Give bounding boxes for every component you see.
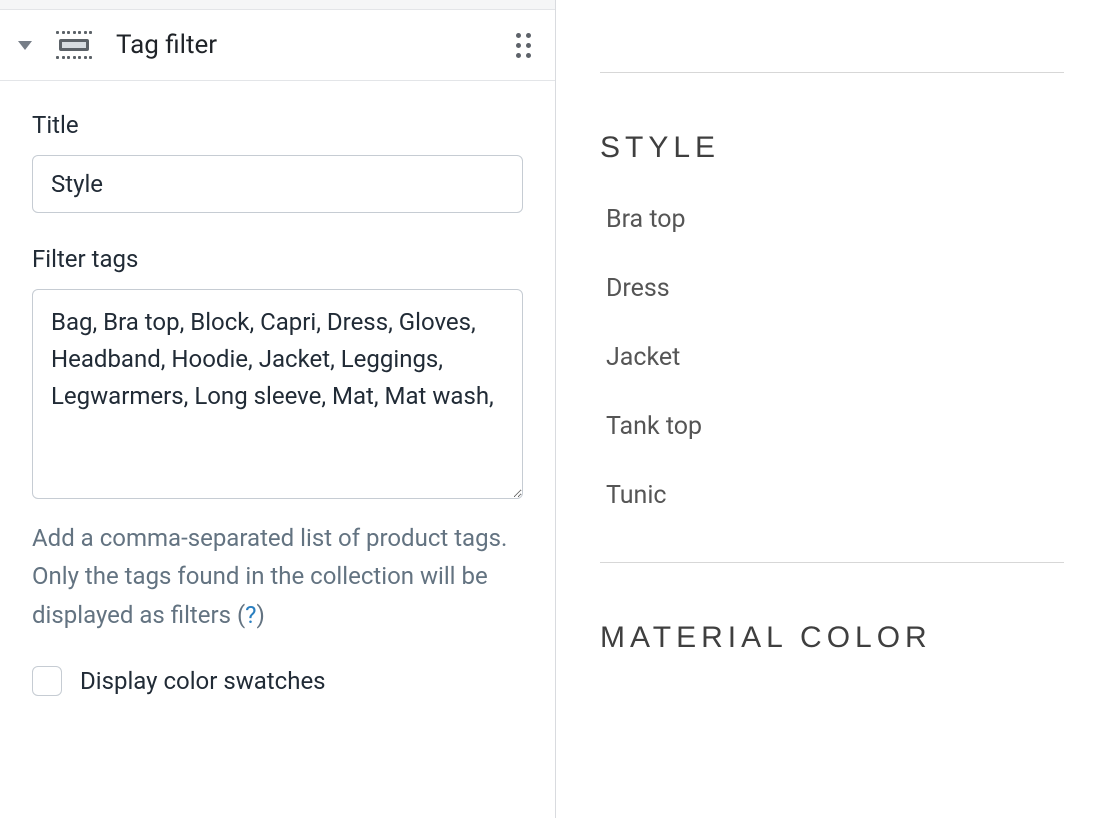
collapse-caret-icon[interactable] — [18, 41, 32, 50]
section-type-icon — [56, 31, 92, 59]
filter-item[interactable]: Jacket — [600, 343, 1064, 372]
filter-tags-field-group: Filter tags Add a comma-separated list o… — [32, 245, 523, 634]
block-form: Title Filter tags Add a comma-separated … — [0, 81, 555, 696]
filter-tags-help: Add a comma-separated list of product ta… — [32, 519, 523, 634]
color-swatches-label: Display color swatches — [80, 667, 326, 695]
block-title: Tag filter — [116, 30, 492, 60]
filter-tags-label: Filter tags — [32, 245, 523, 273]
preview-divider — [600, 562, 1064, 563]
drag-handle-icon[interactable] — [516, 33, 531, 58]
filter-list: Bra top Dress Jacket Tank top Tunic — [600, 205, 1064, 510]
title-input[interactable] — [32, 155, 523, 213]
filter-item[interactable]: Dress — [600, 274, 1064, 303]
filter-item[interactable]: Bra top — [600, 205, 1064, 234]
color-swatches-checkbox[interactable] — [32, 666, 62, 696]
help-link[interactable]: ? — [245, 601, 256, 629]
preview-section-heading: MATERIAL COLOR — [600, 621, 1064, 655]
filter-item[interactable]: Tunic — [600, 481, 1064, 510]
color-swatches-row[interactable]: Display color swatches — [32, 666, 523, 696]
editor-top-strip — [0, 0, 555, 10]
help-text-suffix: ) — [257, 601, 265, 629]
preview-section-heading: STYLE — [600, 131, 1064, 165]
title-label: Title — [32, 111, 523, 139]
help-text-prefix: Add a comma-separated list of product ta… — [32, 524, 507, 629]
editor-panel: Tag filter Title Filter tags Add a comma… — [0, 0, 556, 818]
filter-item[interactable]: Tank top — [600, 412, 1064, 441]
filter-tags-textarea[interactable] — [32, 289, 523, 499]
title-field-group: Title — [32, 111, 523, 213]
preview-panel: STYLE Bra top Dress Jacket Tank top Tunic MATE… — [556, 0, 1108, 818]
block-header[interactable]: Tag filter — [0, 10, 555, 81]
